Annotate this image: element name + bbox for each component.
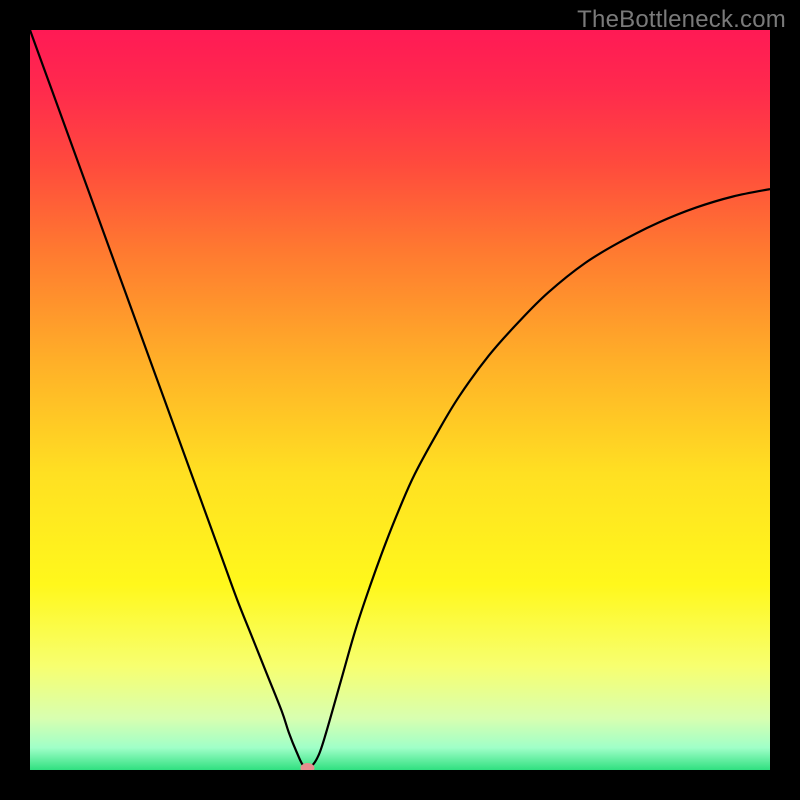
watermark-text: TheBottleneck.com: [577, 6, 786, 34]
chart-frame: TheBottleneck.com: [0, 0, 800, 800]
gradient-background: [30, 30, 770, 770]
plot-area: [30, 30, 770, 770]
chart-svg: [30, 30, 770, 770]
